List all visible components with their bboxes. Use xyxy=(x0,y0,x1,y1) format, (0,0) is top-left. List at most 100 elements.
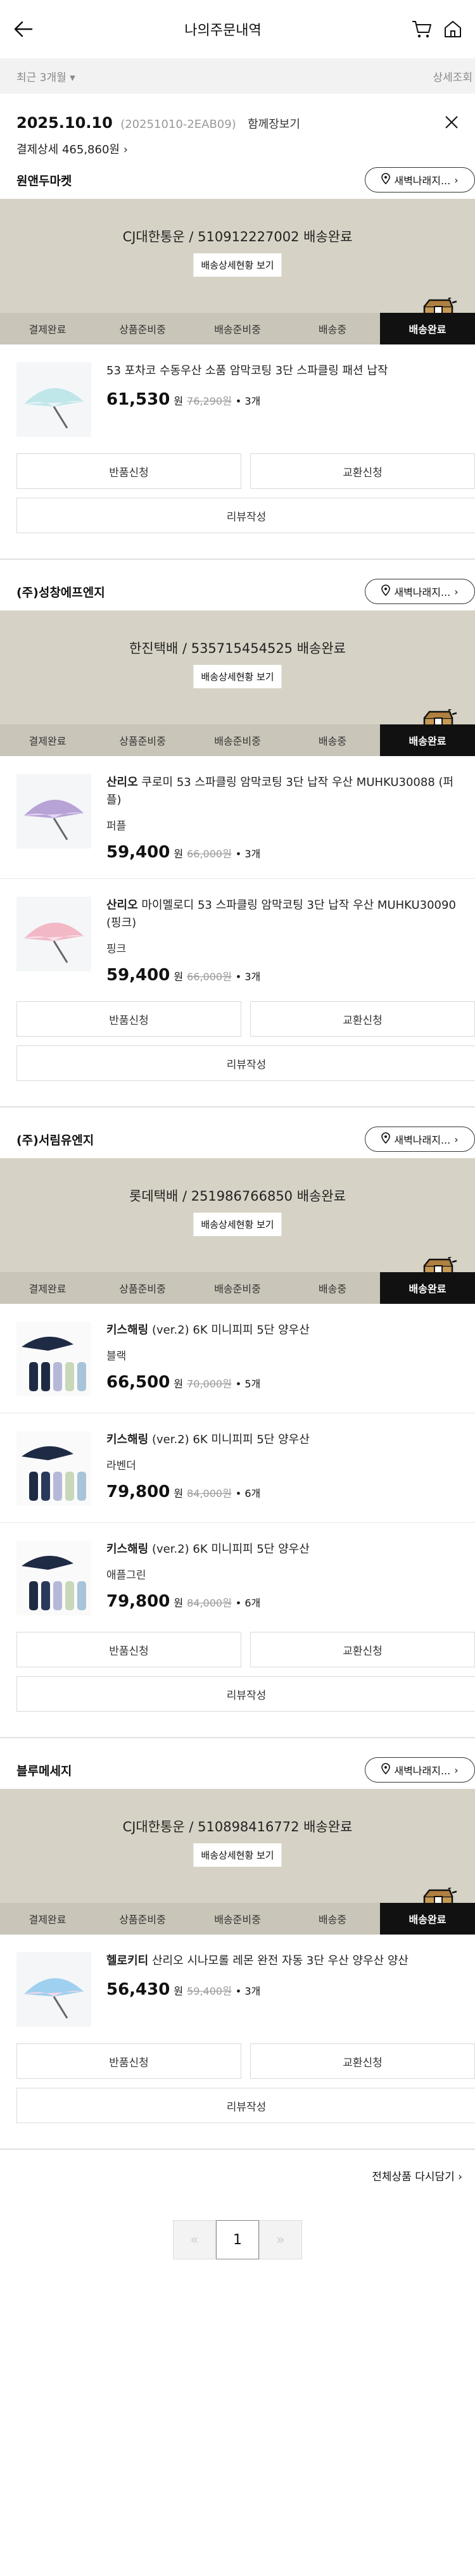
section-divider xyxy=(0,1106,475,1108)
delivery-steps: 결제완료 상품준비중 배송준비중 배송중 배송완료 xyxy=(0,1903,475,1935)
delivery-step: 결제완료 xyxy=(28,1914,66,1926)
product-brand: 산리오 xyxy=(106,776,138,789)
order-item[interactable]: 키스해링 (ver.2) 6K 미니피피 5단 양우산 애플그린 79,800 … xyxy=(0,1522,475,1632)
return-request-button[interactable]: 반품신청 xyxy=(16,453,241,489)
period-dropdown[interactable]: 최근 3개월 ▾ xyxy=(16,68,75,84)
order-item[interactable]: 키스해링 (ver.2) 6K 미니피피 5단 양우산 라벤더 79,800 원… xyxy=(0,1413,475,1522)
product-image[interactable] xyxy=(16,1952,91,2027)
product-name[interactable]: 키스해링 (ver.2) 6K 미니피피 5단 양우산 xyxy=(106,1431,459,1449)
write-review-button[interactable]: 리뷰작성 xyxy=(16,1676,475,1712)
exchange-request-button[interactable]: 교환신청 xyxy=(250,1001,475,1037)
prev-page-button[interactable]: « xyxy=(173,2220,216,2259)
order-item[interactable]: 산리오 쿠로미 53 스파클링 암막코팅 3단 납작 우산 MUHKU30088… xyxy=(0,756,475,878)
write-review-button[interactable]: 리뷰작성 xyxy=(16,498,475,533)
product-name[interactable]: 헬로키티 산리오 시나모롤 레몬 완전 자동 3단 우산 양우산 양산 xyxy=(106,1952,459,1970)
pagination: « 1 » xyxy=(0,2220,475,2259)
currency-unit: 원 xyxy=(174,1597,184,1609)
order-summary: 2025.10.10 (20251010-2EAB09) 함께장보기 결제상세 … xyxy=(0,94,475,157)
location-pin-icon xyxy=(381,173,391,187)
cart-icon[interactable] xyxy=(412,20,432,39)
price-row: 59,400 원 66,000원 • 3개 xyxy=(106,843,459,862)
page-title: 나의주문내역 xyxy=(184,23,262,39)
delivery-steps: 결제완료 상품준비중 배송준비중 배송중 배송완료 xyxy=(0,1272,475,1304)
order-history-page: { "header": { "title": "나의주문내역" }, "filt… xyxy=(0,0,475,2576)
home-icon[interactable] xyxy=(443,20,462,39)
product-title: (ver.2) 6K 미니피피 5단 양우산 xyxy=(151,1433,310,1446)
product-info: 산리오 쿠로미 53 스파클링 암막코팅 3단 납작 우산 MUHKU30088… xyxy=(106,774,459,862)
return-request-button[interactable]: 반품신청 xyxy=(16,1001,241,1037)
tracking-detail-button[interactable]: 배송상세현황 보기 xyxy=(193,1843,282,1867)
together-link[interactable]: 함께장보기 xyxy=(248,118,300,131)
order-item[interactable]: 헬로키티 산리오 시나모롤 레몬 완전 자동 3단 우산 양우산 양산 56,4… xyxy=(0,1935,475,2043)
product-image[interactable] xyxy=(16,1322,91,1396)
order-item[interactable]: 53 포차코 수동우산 소품 암막코팅 3단 스파클링 패션 납작 61,530… xyxy=(0,344,475,453)
delivery-type-label: 새벽나래지... xyxy=(394,586,451,598)
product-option: 퍼플 xyxy=(106,820,127,833)
courier-info: CJ대한통운 / 510912227002 배송완료 xyxy=(122,229,353,244)
delivery-step: 배송중 xyxy=(318,324,347,336)
delivery-steps: 결제완료 상품준비중 배송준비중 배송중 배송완료 xyxy=(0,313,475,344)
order-item[interactable]: 산리오 마이멜로디 53 스파클링 암막코팅 3단 납작 우산 MUHKU300… xyxy=(0,878,475,1001)
exchange-request-button[interactable]: 교환신청 xyxy=(250,1632,475,1667)
delivery-type-pill[interactable]: 새벽나래지... › xyxy=(365,1127,475,1152)
product-image[interactable] xyxy=(16,362,91,437)
delivery-step: 배송중 xyxy=(318,735,347,747)
exchange-request-button[interactable]: 교환신청 xyxy=(250,2043,475,2079)
product-name[interactable]: 키스해링 (ver.2) 6K 미니피피 5단 양우산 xyxy=(106,1322,459,1339)
quantity: • 3개 xyxy=(235,848,261,860)
order-date-line: 2025.10.10 (20251010-2EAB09) 함께장보기 xyxy=(16,114,459,132)
order-date: 2025.10.10 xyxy=(16,114,113,132)
delivery-step: 배송완료 xyxy=(380,313,475,344)
product-brand: 키스해링 xyxy=(106,1543,149,1556)
return-request-button[interactable]: 반품신청 xyxy=(16,2043,241,2079)
product-name[interactable]: 산리오 쿠로미 53 스파클링 암막코팅 3단 납작 우산 MUHKU30088… xyxy=(106,774,459,809)
tracking-panel: CJ대한통운 / 510898416772 배송완료 배송상세현황 보기 결제완… xyxy=(0,1789,475,1935)
write-review-button[interactable]: 리뷰작성 xyxy=(16,2088,475,2123)
section-divider xyxy=(0,1737,475,1738)
product-name[interactable]: 산리오 마이멜로디 53 스파클링 암막코팅 3단 납작 우산 MUHKU300… xyxy=(106,897,459,932)
delivery-step: 배송준비중 xyxy=(214,1283,261,1295)
product-option: 라벤더 xyxy=(106,1460,136,1472)
order-item[interactable]: 키스해링 (ver.2) 6K 미니피피 5단 양우산 블랙 66,500 원 … xyxy=(0,1304,475,1413)
currency-unit: 원 xyxy=(174,395,184,407)
delivery-step: 배송완료 xyxy=(380,724,475,756)
write-review-button[interactable]: 리뷰작성 xyxy=(16,1045,475,1081)
product-name[interactable]: 53 포차코 수동우산 소품 암막코팅 3단 스파클링 패션 납작 xyxy=(106,362,459,380)
courier-info: CJ대한통운 / 510898416772 배송완료 xyxy=(122,1819,353,1834)
original-price: 59,400원 xyxy=(187,1985,232,1997)
delivery-step: 배송준비중 xyxy=(214,1914,261,1926)
product-info: 산리오 마이멜로디 53 스파클링 암막코팅 3단 납작 우산 MUHKU300… xyxy=(106,897,459,985)
delivery-type-pill[interactable]: 새벽나래지... › xyxy=(365,167,475,193)
product-image[interactable] xyxy=(16,1541,91,1615)
action-buttons: 반품신청 교환신청 xyxy=(0,2043,475,2079)
next-page-button[interactable]: » xyxy=(259,2220,302,2259)
delivery-type-pill[interactable]: 새벽나래지... › xyxy=(365,579,475,604)
product-image[interactable] xyxy=(16,1431,91,1506)
currency-unit: 원 xyxy=(174,1487,184,1500)
close-icon[interactable] xyxy=(445,115,459,132)
back-arrow-icon[interactable] xyxy=(13,18,34,40)
detail-search-button[interactable]: 상세조회 xyxy=(433,68,475,84)
product-image[interactable] xyxy=(16,774,91,849)
return-request-button[interactable]: 반품신청 xyxy=(16,1632,241,1667)
tracking-detail-button[interactable]: 배송상세현황 보기 xyxy=(193,665,282,688)
action-buttons: 반품신청 교환신청 xyxy=(0,453,475,489)
reorder-all-button[interactable]: 전체상품 다시담기 › xyxy=(0,2150,475,2183)
product-option: 블랙 xyxy=(106,1350,127,1363)
delivery-step: 배송완료 xyxy=(380,1272,475,1304)
sale-price: 59,400 xyxy=(106,966,170,985)
seller-name: 블루메세지 xyxy=(16,1764,72,1778)
delivery-step: 상품준비중 xyxy=(119,1914,166,1926)
seller-name: (주)서림유엔지 xyxy=(16,1133,94,1147)
product-info: 키스해링 (ver.2) 6K 미니피피 5단 양우산 애플그린 79,800 … xyxy=(106,1541,459,1615)
tracking-detail-button[interactable]: 배송상세현황 보기 xyxy=(193,253,282,277)
current-page[interactable]: 1 xyxy=(216,2220,259,2259)
product-title: 마이멜로디 53 스파클링 암막코팅 3단 납작 우산 MUHKU30090 (… xyxy=(106,899,456,930)
seller-groups: 원앤두마켓 새벽나래지... › CJ대한통운 / 510912227002 배… xyxy=(0,161,475,2150)
product-image[interactable] xyxy=(16,897,91,971)
tracking-detail-button[interactable]: 배송상세현황 보기 xyxy=(193,1213,282,1236)
exchange-request-button[interactable]: 교환신청 xyxy=(250,453,475,489)
delivery-type-pill[interactable]: 새벽나래지... › xyxy=(365,1757,475,1783)
pay-detail-link[interactable]: 결제상세 465,860원 › xyxy=(16,141,459,157)
product-name[interactable]: 키스해링 (ver.2) 6K 미니피피 5단 양우산 xyxy=(106,1541,459,1558)
